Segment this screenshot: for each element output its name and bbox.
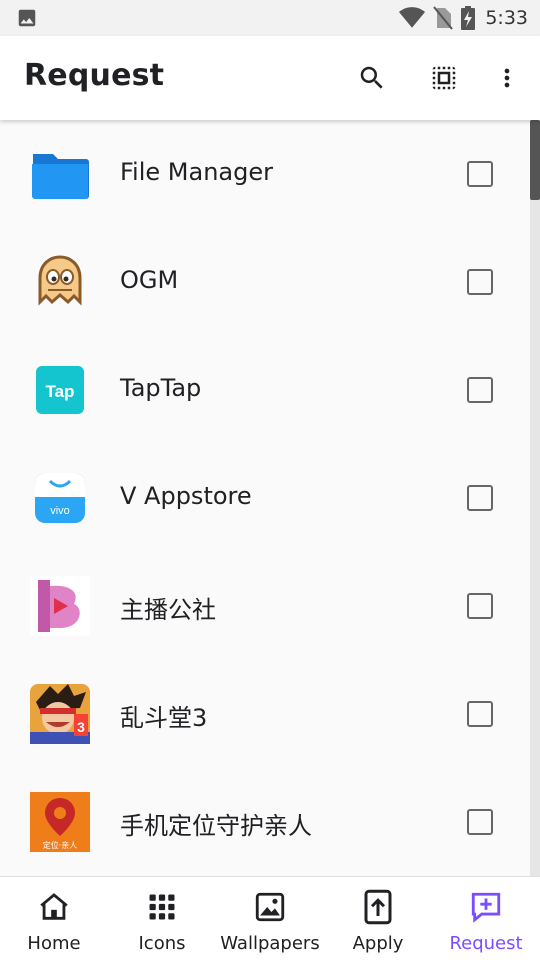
page-title: Request [24, 58, 165, 93]
search-icon [360, 66, 383, 89]
nav-icons[interactable]: Icons [112, 877, 212, 960]
nav-home[interactable]: Home [4, 877, 104, 960]
luandoutang3-app-icon: 3 [30, 684, 90, 744]
nav-label: Apply [352, 933, 404, 954]
app-name: 乱斗堂3 [120, 704, 208, 732]
taptap-icon-text: Tap [46, 382, 75, 401]
list-item-taptap[interactable]: Tap TapTap [0, 336, 526, 444]
locator-icon-text: 定位·亲人 [43, 840, 78, 850]
app-request-list[interactable]: File Manager OGM Tap TapTap vivo V Appst… [0, 120, 540, 876]
more-options-button[interactable] [487, 58, 527, 98]
nav-label: Home [27, 933, 81, 954]
app-name: TapTap [120, 374, 202, 402]
nav-label: Icons [138, 933, 186, 954]
list-item-shouji-dingwei[interactable]: 定位·亲人 手机定位守护亲人 [0, 768, 526, 876]
svg-text:3: 3 [77, 719, 85, 735]
request-checkbox[interactable] [467, 485, 493, 511]
request-checkbox[interactable] [467, 269, 493, 295]
more-vert-icon [504, 68, 510, 88]
scrollbar-track[interactable] [530, 120, 540, 876]
app-name: File Manager [120, 158, 273, 186]
home-icon [40, 893, 68, 920]
search-button[interactable] [352, 58, 392, 98]
top-app-bar: Request [0, 36, 540, 120]
nav-request[interactable]: Request [436, 877, 536, 960]
grid-icon [149, 894, 175, 920]
nav-apply[interactable]: Apply [328, 877, 428, 960]
app-name: 主播公社 [120, 596, 216, 624]
taptap-app-icon: Tap [36, 366, 84, 414]
select-all-button[interactable] [424, 58, 464, 98]
bottom-navigation: Home Icons Wallpapers Apply Request [0, 876, 540, 960]
request-checkbox[interactable] [467, 377, 493, 403]
nav-label: Wallpapers [220, 933, 320, 954]
battery-charging-icon [461, 6, 476, 30]
select-all-icon [432, 66, 456, 90]
ogm-ghost-app-icon [38, 255, 82, 306]
no-sim-icon [433, 6, 454, 30]
wifi-icon [399, 7, 426, 28]
request-checkbox[interactable] [467, 809, 493, 835]
vivo-icon-text: vivo [50, 505, 70, 517]
gallery-notification-icon [18, 9, 36, 27]
v-appstore-app-icon: vivo [35, 473, 85, 523]
app-name: OGM [120, 266, 179, 294]
list-item-file-manager[interactable]: File Manager [0, 120, 526, 228]
image-icon [255, 892, 285, 922]
file-manager-app-icon [32, 154, 89, 199]
apply-icon [364, 889, 392, 925]
request-icon [471, 892, 501, 923]
list-item-zhubo-gongshe[interactable]: 主播公社 [0, 552, 526, 660]
phone-locator-app-icon: 定位·亲人 [30, 792, 90, 852]
list-item-v-appstore[interactable]: vivo V Appstore [0, 444, 526, 552]
list-item-luandoutang3[interactable]: 3 乱斗堂3 [0, 660, 526, 768]
status-time: 5:33 [485, 7, 528, 29]
request-checkbox[interactable] [467, 593, 493, 619]
status-bar: 5:33 [0, 0, 540, 36]
list-item-ogm[interactable]: OGM [0, 228, 526, 336]
request-checkbox[interactable] [467, 701, 493, 727]
zhubo-gongshe-app-icon [30, 576, 90, 636]
scrollbar-thumb[interactable] [530, 120, 540, 200]
nav-label: Request [449, 933, 523, 954]
request-checkbox[interactable] [467, 161, 493, 187]
app-name: V Appstore [120, 482, 252, 510]
nav-wallpapers[interactable]: Wallpapers [214, 877, 326, 960]
app-name: 手机定位守护亲人 [120, 812, 312, 840]
